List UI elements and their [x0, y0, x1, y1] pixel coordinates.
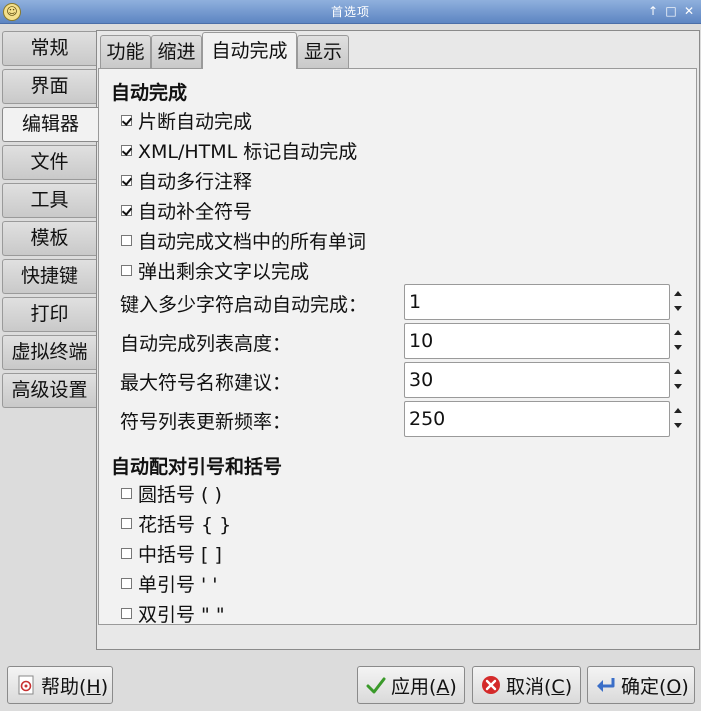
cancel-button[interactable]: 取消(C) [472, 666, 581, 704]
help-icon [18, 675, 34, 695]
list-height-stepper[interactable] [672, 323, 686, 359]
checkbox-box[interactable] [121, 174, 132, 186]
side-tab-tools[interactable]: 工具 [2, 183, 96, 218]
side-tab-templates[interactable]: 模板 [2, 221, 96, 256]
completions-heading: 自动完成 [111, 82, 188, 104]
checkbox-box[interactable] [121, 204, 132, 216]
checkbox-label: 自动补全符号 [138, 200, 253, 223]
apply-button[interactable]: 应用(A) [357, 666, 465, 704]
ok-return-icon [597, 678, 615, 692]
tab-indentation[interactable]: 缩进 [151, 35, 202, 68]
checkbox-label: 双引号 " " [138, 603, 225, 626]
side-tab-files[interactable]: 文件 [2, 145, 96, 180]
parenthesis-checkbox[interactable]: 圆括号 ( ) [121, 481, 222, 506]
double-quotes-checkbox[interactable]: 双引号 " " [121, 601, 225, 626]
multiline-comment-checkbox[interactable]: 自动多行注释 [121, 168, 253, 193]
window-title: 首选项 [330, 5, 370, 19]
checkbox-box[interactable] [121, 144, 132, 156]
checkbox-box[interactable] [121, 607, 132, 619]
checkmark-icon [366, 677, 386, 694]
checkbox-label: 圆括号 ( ) [138, 483, 222, 506]
checkbox-label: 自动多行注释 [138, 170, 253, 193]
max-suggestions-label: 最大符号名称建议： [120, 372, 292, 394]
update-frequency-label: 符号列表更新频率： [120, 411, 292, 433]
spin-down-icon[interactable] [674, 306, 682, 311]
list-height-input[interactable]: 10 [404, 323, 670, 359]
tab-display[interactable]: 显示 [297, 35, 349, 68]
max-suggestions-input[interactable]: 30 [404, 362, 670, 398]
ok-button[interactable]: 确定(O) [587, 666, 695, 704]
ok-label: 确定(O) [621, 675, 689, 698]
checkbox-box[interactable] [121, 577, 132, 589]
spin-up-icon[interactable] [674, 369, 682, 374]
update-frequency-stepper[interactable] [672, 401, 686, 437]
chars-to-trigger-label: 键入多少字符启动自动完成： [120, 294, 368, 316]
title-bar: ☺ 首选项 ↑ □ ✕ [0, 0, 701, 24]
list-height-label: 自动完成列表高度： [120, 333, 292, 355]
curly-brackets-checkbox[interactable]: 花括号 { } [121, 511, 232, 536]
side-tab-printing[interactable]: 打印 [2, 297, 96, 332]
side-tab-advanced[interactable]: 高级设置 [2, 373, 96, 408]
cancel-label: 取消(C) [506, 675, 573, 698]
square-brackets-checkbox[interactable]: 中括号 [ ] [121, 541, 222, 566]
checkbox-box[interactable] [121, 234, 132, 246]
max-suggestions-stepper[interactable] [672, 362, 686, 398]
tab-features[interactable]: 功能 [100, 35, 151, 68]
single-quotes-checkbox[interactable]: 单引号 ' ' [121, 571, 218, 596]
spin-up-icon[interactable] [674, 330, 682, 335]
checkbox-label: 中括号 [ ] [138, 543, 222, 566]
checkbox-box[interactable] [121, 114, 132, 126]
cancel-icon [482, 676, 500, 694]
checkbox-label: 花括号 { } [138, 513, 232, 536]
apply-label: 应用(A) [391, 675, 457, 698]
spin-up-icon[interactable] [674, 291, 682, 296]
maximize-icon[interactable]: □ [663, 2, 679, 20]
side-tab-general[interactable]: 常规 [2, 31, 96, 66]
help-label: 帮助(H) [41, 675, 109, 698]
checkbox-label: 自动完成文档中的所有单词 [138, 230, 367, 253]
spin-down-icon[interactable] [674, 345, 682, 350]
chars-to-trigger-stepper[interactable] [672, 284, 686, 320]
snippet-completion-checkbox[interactable]: 片断自动完成 [121, 108, 253, 133]
checkbox-box[interactable] [121, 264, 132, 276]
help-button[interactable]: 帮助(H) [7, 666, 113, 704]
checkbox-label: 片断自动完成 [138, 110, 253, 133]
spin-down-icon[interactable] [674, 384, 682, 389]
autoclose-heading: 自动配对引号和括号 [111, 456, 283, 478]
checkbox-box[interactable] [121, 517, 132, 529]
spin-down-icon[interactable] [674, 423, 682, 428]
drop-rest-word-checkbox[interactable]: 弹出剩余文字以完成 [121, 258, 310, 283]
checkbox-box[interactable] [121, 547, 132, 559]
xml-tag-completion-checkbox[interactable]: XML/HTML 标记自动完成 [121, 138, 358, 163]
keep-above-icon[interactable]: ↑ [645, 2, 661, 20]
side-tab-interface[interactable]: 界面 [2, 69, 96, 104]
side-tab-keybindings[interactable]: 快捷键 [2, 259, 96, 294]
side-tab-terminal[interactable]: 虚拟终端 [2, 335, 96, 370]
close-icon[interactable]: ✕ [681, 2, 697, 20]
document-words-checkbox[interactable]: 自动完成文档中的所有单词 [121, 228, 367, 253]
side-tab-editor[interactable]: 编辑器 [2, 107, 98, 142]
spin-up-icon[interactable] [674, 408, 682, 413]
checkbox-label: 单引号 ' ' [138, 573, 218, 596]
update-frequency-input[interactable]: 250 [404, 401, 670, 437]
chars-to-trigger-input[interactable]: 1 [404, 284, 670, 320]
checkbox-box[interactable] [121, 487, 132, 499]
tab-completions[interactable]: 自动完成 [202, 32, 297, 69]
symbol-completion-checkbox[interactable]: 自动补全符号 [121, 198, 253, 223]
checkbox-label: 弹出剩余文字以完成 [138, 260, 310, 283]
checkbox-label: XML/HTML 标记自动完成 [138, 140, 358, 163]
